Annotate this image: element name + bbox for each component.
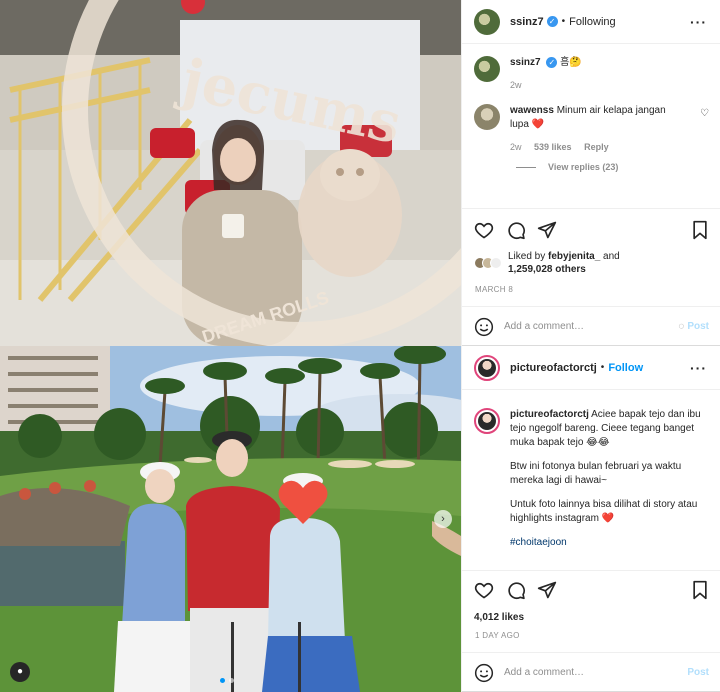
post-comment-button[interactable]: Post [687,667,709,678]
avatar[interactable] [474,408,500,434]
carousel-dots [220,678,234,683]
hashtag-link[interactable]: #choitaejoon [510,536,705,550]
username[interactable]: pictureofactorctj [510,362,597,374]
save-bookmark-icon[interactable] [691,580,709,600]
window-reflection-photo: jecums DREAM ROLLS [0,0,461,346]
comment-time[interactable]: 2w [510,80,522,90]
more-options-icon[interactable]: ··· [690,14,707,30]
verified-badge-icon: ✓ [546,16,558,27]
separator-dot: • [600,362,605,373]
like-comment-heart-icon[interactable]: ♡ [700,108,709,119]
emoji-icon[interactable] [474,663,494,683]
comment-icon[interactable] [506,580,526,600]
share-icon[interactable] [537,220,557,240]
comment-likes[interactable]: 539 likes [534,142,572,152]
post-sidebar: ssinz7 ✓ • Following ··· ssinz7 ✓ 흠🤔 2w [461,0,720,346]
verified-badge-icon: ✓ [546,56,558,68]
follow-button[interactable]: Follow [608,362,643,374]
avatar[interactable] [474,56,500,82]
post-header: ssinz7 ✓ • Following ··· [462,0,720,44]
save-bookmark-icon[interactable] [691,220,709,240]
share-icon[interactable] [537,580,557,600]
add-comment-bar: Add a comment… ◌ Post [462,306,720,346]
post-photo-window[interactable]: jecums DREAM ROLLS [0,0,461,346]
comment-time[interactable]: 2w [510,142,522,152]
post-date: MARCH 8 [475,285,514,294]
emoji-icon[interactable] [474,317,494,337]
action-bar [462,570,720,602]
comment-item: ssinz7 ✓ 흠🤔 2w [474,56,709,90]
action-bar [462,208,720,240]
like-heart-icon[interactable] [474,220,494,240]
add-comment-bar: Add a comment… Post [462,652,720,692]
post-photo-golf[interactable]: › ● [0,346,461,692]
golf-course-photo [0,346,461,692]
comment-input[interactable]: Add a comment… [504,321,678,332]
more-options-icon[interactable]: ··· [690,360,707,376]
post-comment-button[interactable]: Post [687,321,709,332]
comments-list: ssinz7 ✓ 흠🤔 2w wawenss Minum air kelapa … [462,44,720,208]
post-date: 1 DAY AGO [475,631,520,640]
liked-by-user[interactable]: febyjenita_ [548,251,600,262]
likes-count-link[interactable]: 1,259,028 others [508,264,586,275]
liked-by: Liked by febyjenita_ and 1,259,028 other… [474,250,620,276]
likes-count[interactable]: 4,012 likes [474,612,524,623]
caption-area: pictureofactorctj Aciee bapak tejo dan i… [462,390,720,570]
separator-dot: • [561,16,566,27]
post-pictureofactorctj: › ● pictureofactorctj • Follow ··· pictu… [0,346,720,692]
caption-username[interactable]: pictureofactorctj [510,409,589,420]
avatar[interactable] [474,104,500,130]
comment-icon[interactable] [506,220,526,240]
post-sidebar: pictureofactorctj • Follow ··· pictureof… [461,346,720,692]
caption-item: pictureofactorctj Aciee bapak tejo dan i… [474,408,709,560]
comment-text: 흠🤔 [560,57,582,68]
avatar[interactable] [474,354,500,381]
avatar[interactable] [474,8,500,35]
comment-item: wawenss Minum air kelapa jangan lupa ❤️ … [474,104,709,152]
reply-button[interactable]: Reply [584,142,609,152]
comment-username[interactable]: wawenss [510,105,554,116]
following-button[interactable]: Following [569,16,615,28]
like-heart-icon[interactable] [474,580,494,600]
tagged-user-icon[interactable]: ● [10,662,30,682]
next-slide-chevron-icon[interactable]: › [434,510,452,528]
username[interactable]: ssinz7 [510,16,544,28]
post-ssinz7: jecums DREAM ROLLS ssinz7 ✓ • Following … [0,0,720,346]
comment-input[interactable]: Add a comment… [504,667,687,678]
comment-username[interactable]: ssinz7 [510,57,541,68]
post-header: pictureofactorctj • Follow ··· [462,346,720,390]
loading-icon: ◌ [678,321,685,332]
liker-avatars [474,257,502,269]
caption-text-3: Untuk foto lainnya bisa dilihat di story… [510,499,698,524]
caption-text-2: Btw ini fotonya bulan februari ya waktu … [510,461,682,486]
view-replies[interactable]: View replies (23) [516,162,709,172]
